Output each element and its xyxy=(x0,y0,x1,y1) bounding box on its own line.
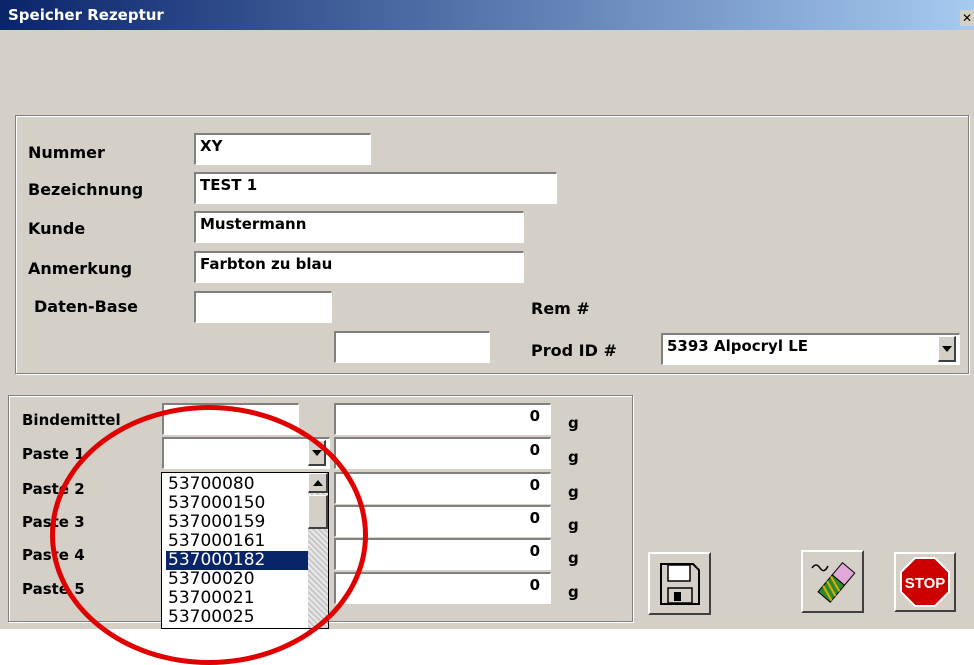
nummer-field[interactable]: XY xyxy=(194,133,371,165)
paste-1-dropdown-button[interactable] xyxy=(308,440,326,466)
clear-button[interactable] xyxy=(801,550,864,613)
list-scrollbar[interactable] xyxy=(308,473,328,628)
unit-label: g xyxy=(568,414,579,432)
speicher-rezeptur-window: Speicher Rezeptur ✕ Nummer XY Bezeichnun… xyxy=(0,0,974,665)
paste-3-label: Paste 3 xyxy=(22,513,85,531)
paste-dropdown-list[interactable]: 53700080 537000150 537000159 537000161 5… xyxy=(161,472,329,629)
stop-sign-icon: STOP xyxy=(900,557,950,607)
chevron-down-icon xyxy=(941,345,952,352)
prodid-select[interactable]: 5393 Alpocryl LE xyxy=(661,333,960,365)
list-item[interactable]: 53700025 xyxy=(166,608,308,627)
datenbase-label: Daten-Base xyxy=(34,297,138,316)
unit-label: g xyxy=(568,583,579,601)
list-item-selected[interactable]: 537000182 xyxy=(166,551,308,570)
window-title: Speicher Rezeptur xyxy=(8,6,164,24)
prodid-value: 5393 Alpocryl LE xyxy=(667,337,808,355)
anmerkung-field[interactable]: Farbton zu blau xyxy=(194,251,524,283)
paste-1-label: Paste 1 xyxy=(22,445,85,463)
unit-label: g xyxy=(568,516,579,534)
prodid-label: Prod ID # xyxy=(531,341,617,360)
scroll-thumb[interactable] xyxy=(308,495,328,529)
paste-3-amount[interactable]: 0 xyxy=(334,505,551,537)
kunde-label: Kunde xyxy=(28,219,86,238)
unit-label: g xyxy=(568,448,579,466)
title-bar: Speicher Rezeptur ✕ xyxy=(0,0,974,30)
unit-label: g xyxy=(568,483,579,501)
eraser-icon xyxy=(810,561,855,603)
paste-1-selector[interactable] xyxy=(162,437,330,469)
rem-label: Rem # xyxy=(531,299,590,318)
stop-button[interactable]: STOP xyxy=(894,552,956,612)
bindemittel-selector[interactable] xyxy=(162,403,299,435)
chevron-down-icon xyxy=(311,449,322,456)
bezeichnung-label: Bezeichnung xyxy=(28,180,144,199)
list-item[interactable]: 537000159 xyxy=(166,513,308,532)
paste-2-amount[interactable]: 0 xyxy=(334,472,551,504)
list-item[interactable]: 53700021 xyxy=(166,589,308,608)
datenbase-field[interactable] xyxy=(194,291,332,323)
paste-5-label: Paste 5 xyxy=(22,580,85,598)
stop-label: STOP xyxy=(905,575,946,592)
paste-4-label: Paste 4 xyxy=(22,546,85,564)
list-item[interactable]: 53700080 xyxy=(166,475,308,494)
list-item[interactable]: 537000161 xyxy=(166,532,308,551)
paste-2-label: Paste 2 xyxy=(22,480,85,498)
floppy-disk-icon xyxy=(659,562,700,605)
bindemittel-amount[interactable]: 0 xyxy=(334,403,551,435)
bindemittel-label: Bindemittel xyxy=(22,411,121,429)
paste-4-amount[interactable]: 0 xyxy=(334,538,551,570)
chevron-up-icon xyxy=(312,479,323,486)
list-item[interactable]: 537000150 xyxy=(166,494,308,513)
anmerkung-label: Anmerkung xyxy=(28,259,133,278)
close-icon[interactable]: ✕ xyxy=(960,10,974,26)
bezeichnung-field[interactable]: TEST 1 xyxy=(194,172,557,204)
paste-1-amount[interactable]: 0 xyxy=(334,437,551,469)
nummer-label: Nummer xyxy=(28,143,105,162)
unit-label: g xyxy=(568,549,579,567)
scroll-up-button[interactable] xyxy=(308,473,328,493)
list-item[interactable]: 53700020 xyxy=(166,570,308,589)
kunde-field[interactable]: Mustermann xyxy=(194,211,524,243)
prodid-dropdown-button[interactable] xyxy=(938,336,956,362)
extra-field[interactable] xyxy=(334,331,490,363)
paste-5-amount[interactable]: 0 xyxy=(334,572,551,604)
save-button[interactable] xyxy=(648,552,711,615)
